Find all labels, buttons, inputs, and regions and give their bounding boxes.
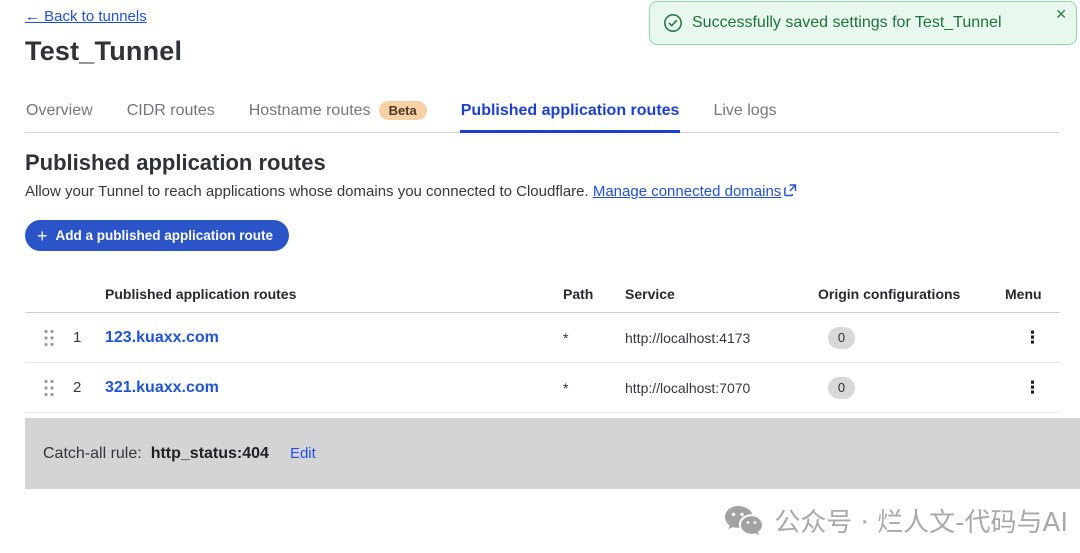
column-header-service: Service: [625, 286, 818, 302]
add-button-label: Add a published application route: [56, 228, 274, 243]
beta-badge: Beta: [379, 101, 427, 120]
section-description: Allow your Tunnel to reach applications …: [25, 183, 1060, 201]
path-value: *: [563, 330, 625, 346]
tab-live-logs[interactable]: Live logs: [712, 94, 777, 133]
row-index: 1: [73, 329, 105, 346]
routes-table: Published application routes Path Servic…: [25, 275, 1060, 413]
add-published-route-button[interactable]: + Add a published application route: [25, 220, 289, 251]
service-value: http://localhost:4173: [625, 330, 818, 346]
table-row: 1 123.kuaxx.com * http://localhost:4173 …: [25, 313, 1060, 363]
tab-hostname-routes[interactable]: Hostname routes Beta: [248, 93, 428, 133]
plus-icon: +: [37, 227, 48, 245]
service-value: http://localhost:7070: [625, 380, 818, 396]
back-to-tunnels-link[interactable]: ← Back to tunnels: [25, 8, 147, 25]
catch-all-edit-link[interactable]: Edit: [290, 445, 316, 462]
watermark-text: 公众号 · 烂人文-代码与AI: [774, 502, 1068, 539]
tab-label: Hostname routes: [249, 102, 371, 120]
catch-all-value: http_status:404: [151, 445, 269, 463]
table-header-row: Published application routes Path Servic…: [25, 275, 1060, 313]
column-header-path: Path: [563, 286, 625, 302]
check-circle-icon: [663, 13, 683, 33]
manage-connected-domains-link[interactable]: Manage connected domains: [593, 183, 781, 200]
tab-label: Published application routes: [461, 102, 680, 120]
wechat-icon: [724, 505, 762, 537]
row-index: 2: [73, 379, 105, 396]
tab-label: Overview: [26, 102, 93, 120]
column-header-origin: Origin configurations: [818, 286, 1005, 302]
table-row: 2 321.kuaxx.com * http://localhost:7070 …: [25, 363, 1060, 413]
tab-published-application-routes[interactable]: Published application routes: [460, 94, 681, 133]
origin-config-count-badge: 0: [828, 377, 855, 399]
catch-all-rule-bar: Catch-all rule: http_status:404 Edit: [25, 418, 1080, 489]
toast-message: Successfully saved settings for Test_Tun…: [692, 14, 1002, 32]
path-value: *: [563, 380, 625, 396]
column-header-menu: Menu: [1005, 286, 1060, 302]
close-icon[interactable]: ✕: [1055, 7, 1067, 21]
hostname-link[interactable]: 321.kuaxx.com: [105, 379, 563, 397]
tab-overview[interactable]: Overview: [25, 94, 94, 133]
description-text: Allow your Tunnel to reach applications …: [25, 183, 589, 200]
drag-handle-icon[interactable]: [42, 378, 56, 398]
drag-handle-icon[interactable]: [42, 328, 56, 348]
row-menu-icon[interactable]: ⋮: [1016, 375, 1049, 400]
tab-label: CIDR routes: [127, 102, 215, 120]
watermark: 公众号 · 烂人文-代码与AI: [724, 502, 1068, 539]
hostname-link[interactable]: 123.kuaxx.com: [105, 329, 563, 347]
catch-all-label: Catch-all rule:: [43, 445, 142, 463]
origin-config-count-badge: 0: [828, 327, 855, 349]
tunnel-detail-page: ← Back to tunnels Test_Tunnel Successful…: [0, 0, 1080, 553]
tab-label: Live logs: [713, 102, 776, 120]
tab-bar: Overview CIDR routes Hostname routes Bet…: [25, 93, 1060, 133]
row-menu-icon[interactable]: ⋮: [1016, 325, 1049, 350]
external-link-icon: [784, 184, 797, 201]
success-toast: Successfully saved settings for Test_Tun…: [649, 1, 1077, 45]
section-heading: Published application routes: [25, 150, 1060, 176]
tab-cidr-routes[interactable]: CIDR routes: [126, 94, 216, 133]
column-header-routes: Published application routes: [105, 286, 563, 302]
